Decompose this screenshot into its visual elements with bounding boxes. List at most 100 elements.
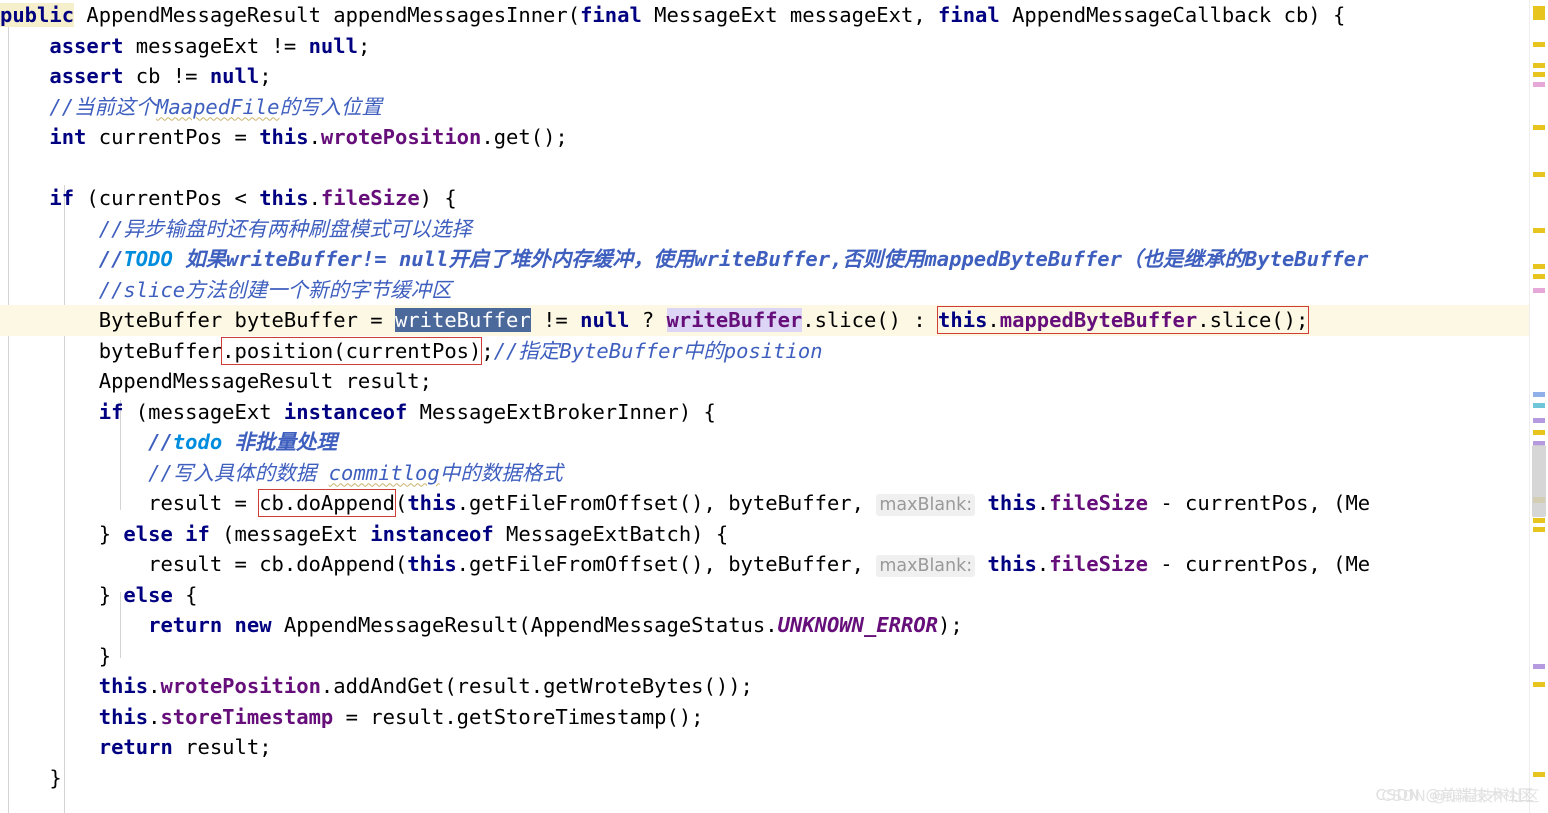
code-token: if [98, 399, 124, 424]
line-result-decl[interactable]: AppendMessageResult result; [0, 366, 1530, 397]
code-token: this [98, 704, 149, 729]
code-token: new [234, 613, 272, 637]
code-token: 的写入位置 [279, 94, 382, 119]
line-blank-1[interactable] [0, 153, 1530, 184]
code-token: 如果 [172, 247, 227, 271]
stripe-marker-14[interactable] [1533, 430, 1545, 435]
code-token: (messageExt [123, 399, 284, 424]
code-token: return [148, 613, 223, 637]
code-token: final [938, 3, 1000, 27]
line-elseif-instanceof-batch[interactable]: } else if (messageExt instanceof Message… [0, 519, 1530, 550]
code-token: public [0, 3, 75, 27]
code-token: else if [123, 521, 210, 546]
code-token: // [98, 247, 124, 271]
code-token: = result.getStoreTimestamp(); [333, 704, 704, 729]
line-bytebuffer-assign[interactable]: ByteBuffer byteBuffer = writeBuffer != n… [0, 305, 1530, 336]
code-token: this [407, 552, 457, 576]
stripe-marker-3[interactable] [1533, 72, 1545, 77]
stripe-marker-1[interactable] [1533, 42, 1545, 47]
annotation-box: cb.doAppend [258, 489, 396, 517]
line-comment-commitlog-format[interactable]: //写入具体的数据 commitlog中的数据格式 [0, 458, 1530, 489]
code-token: . [308, 186, 321, 210]
stripe-marker-19[interactable] [1533, 664, 1545, 669]
code-token: MessageExtBrokerInner) { [407, 399, 716, 424]
line-signature[interactable]: public AppendMessageResult appendMessage… [0, 0, 1530, 31]
code-token: ByteBuffer [1244, 247, 1369, 271]
line-close-else[interactable]: } [0, 641, 1530, 672]
line-if-filesize[interactable]: if (currentPos < this.fileSize) { [0, 183, 1530, 214]
code-token: messageExt != [123, 33, 309, 58]
stripe-marker-5[interactable] [1533, 125, 1545, 130]
code-editor[interactable]: public AppendMessageResult appendMessage… [0, 0, 1548, 813]
code-token: fileSize [1049, 552, 1148, 576]
line-storetimestamp[interactable]: this.storeTimestamp = result.getStoreTim… [0, 702, 1530, 733]
code-surface[interactable]: public AppendMessageResult appendMessage… [0, 0, 1530, 813]
code-token: //异步输盘时还有两种刷盘模式可以选择 [98, 216, 472, 241]
line-assert-cb[interactable]: assert cb != null; [0, 61, 1530, 92]
code-token: this [259, 125, 309, 149]
stripe-marker-13[interactable] [1533, 418, 1545, 423]
code-token: this [259, 186, 309, 210]
code-token: this [98, 674, 149, 698]
line-return-unknown-error[interactable]: return new AppendMessageResult(AppendMes… [0, 610, 1530, 641]
line-comment-todo[interactable]: //TODO 如果writeBuffer!= null开启了堆外内存缓冲，使用w… [0, 244, 1530, 275]
line-comment-async-flush[interactable]: //异步输盘时还有两种刷盘模式可以选择 [0, 214, 1530, 245]
code-token: null [209, 64, 260, 88]
stripe-marker-18[interactable] [1533, 527, 1545, 532]
code-token: instanceof [283, 399, 408, 424]
line-currentpos[interactable]: int currentPos = this.wrotePosition.get(… [0, 122, 1530, 153]
code-token: fileSize [1049, 491, 1148, 515]
stripe-marker-7[interactable] [1533, 228, 1545, 233]
stripe-marker-2[interactable] [1533, 63, 1545, 68]
line-bytebuffer-position[interactable]: byteBuffer.position(currentPos);//指定Byte… [0, 336, 1530, 367]
stripe-marker-20[interactable] [1533, 682, 1545, 687]
stripe-marker-21[interactable] [1533, 772, 1545, 777]
line-return-result[interactable]: return result; [0, 732, 1530, 763]
code-token: fileSize [320, 186, 420, 210]
stripe-marker-6[interactable] [1533, 172, 1545, 177]
code-token: byteBuffer [98, 338, 223, 363]
code-token: ByteBuffer byteBuffer = [98, 308, 395, 332]
line-comment-slice[interactable]: //slice方法创建一个新的字节缓冲区 [0, 275, 1530, 306]
line-addandget[interactable]: this.wrotePosition.addAndGet(result.getW… [0, 671, 1530, 702]
code-token: currentPos = [86, 125, 260, 149]
editor-marker-strip[interactable] [1529, 0, 1548, 813]
code-token: 开启了堆外内存缓冲，使用 [448, 247, 695, 271]
stripe-marker-10[interactable] [1533, 288, 1545, 293]
code-token: .getFileFromOffset(), byteBuffer, [456, 552, 877, 576]
vertical-scrollbar-thumb[interactable] [1532, 445, 1546, 517]
stripe-marker-8[interactable] [1533, 264, 1545, 269]
line-if-instanceof-inner[interactable]: if (messageExt instanceof MessageExtBrok… [0, 397, 1530, 428]
code-token: .position(currentPos) [222, 338, 482, 363]
code-token: . [148, 674, 161, 698]
line-doappend-inner[interactable]: result = cb.doAppend(this.getFileFromOff… [0, 488, 1530, 519]
code-token: AppendMessageResult appendMessagesInner( [86, 3, 581, 27]
stripe-marker-4[interactable] [1533, 82, 1545, 87]
code-token: . [987, 308, 1000, 332]
line-else[interactable]: } else { [0, 580, 1530, 611]
stripe-marker-0[interactable] [1533, 6, 1545, 20]
code-token: //写入具体的数据 [148, 460, 329, 485]
stripe-marker-12[interactable] [1533, 403, 1545, 408]
line-comment-maapedfile[interactable]: //当前这个MaapedFile的写入位置 [0, 92, 1530, 123]
code-lines[interactable]: public AppendMessageResult appendMessage… [0, 0, 1530, 793]
code-token: ; [357, 33, 371, 58]
line-comment-todo-nonbatch[interactable]: //todo 非批量处理 [0, 427, 1530, 458]
code-token: storeTimestamp [160, 704, 334, 729]
line-assert-messageext[interactable]: assert messageExt != null; [0, 31, 1530, 62]
code-token: mappedByteBuffer [924, 247, 1122, 271]
stripe-marker-17[interactable] [1533, 518, 1545, 523]
stripe-marker-9[interactable] [1533, 274, 1545, 279]
code-token: cb.doAppend [259, 491, 395, 515]
code-token: .getFileFromOffset(), byteBuffer, [456, 491, 877, 515]
line-close-method[interactable]: } [0, 763, 1530, 794]
stripe-marker-11[interactable] [1533, 392, 1545, 397]
line-doappend-batch[interactable]: result = cb.doAppend(this.getFileFromOff… [0, 549, 1530, 580]
